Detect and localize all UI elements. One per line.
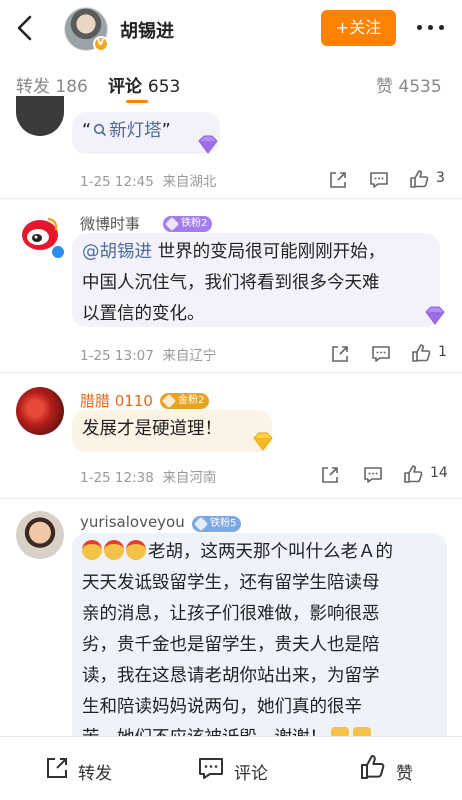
comment-text: 老胡，这两天那个叫什么老Ａ的 — [148, 542, 393, 562]
reply-icon[interactable] — [371, 344, 391, 364]
tab-bar: 转发 186 评论 653 赞 4535 — [0, 58, 462, 106]
fan-badge: 铁粉5 — [192, 516, 242, 532]
emoji-icon — [126, 540, 146, 560]
bottom-action-bar: 转发 评论 赞 — [0, 736, 462, 800]
verified-badge-icon — [50, 244, 66, 260]
emoji-icon — [104, 540, 124, 560]
tab-repost[interactable]: 转发 186 — [16, 72, 88, 97]
pray-emoji-icon — [331, 727, 349, 736]
comment-icon — [199, 758, 223, 779]
fan-badge: 金粉2 — [160, 393, 210, 409]
like-button[interactable]: 赞 — [360, 755, 430, 784]
gem-icon — [425, 306, 445, 325]
comment-text: 读，我在这恳请老胡你站出来，为留学 — [82, 666, 380, 686]
like-icon[interactable] — [409, 169, 429, 189]
comment-meta: 1-25 12:38 来自河南 — [80, 470, 217, 486]
follow-button[interactable]: +关注 — [321, 10, 396, 46]
share-icon[interactable] — [328, 170, 348, 190]
tab-comments[interactable]: 评论 653 — [108, 72, 180, 97]
like-icon[interactable] — [411, 343, 431, 363]
repost-icon — [47, 758, 67, 778]
commenter-name[interactable]: yurisaloveyou — [80, 513, 185, 531]
search-link[interactable]: 新灯塔 — [91, 121, 162, 141]
active-tab-indicator — [126, 100, 148, 103]
back-arrow-icon[interactable] — [12, 14, 38, 42]
comment-bubble: 老胡，这两天那个叫什么老Ａ的 天天发诋毁留学生，还有留学生陪读母 亲的消息，让孩… — [72, 533, 447, 736]
share-icon[interactable] — [330, 344, 350, 364]
avatar[interactable] — [16, 511, 64, 559]
reply-icon[interactable] — [363, 465, 383, 485]
comment-button[interactable]: 评论 — [198, 755, 278, 784]
like-count: 3 — [436, 170, 445, 186]
comment-text: 中国人沉住气，我们将看到很多今天难 — [82, 273, 380, 293]
top-nav-bar: 胡锡进 +关注 — [0, 0, 462, 58]
quote-open: “ — [82, 121, 92, 141]
author-name[interactable]: 胡锡进 — [120, 17, 174, 43]
like-count: 1 — [438, 344, 447, 360]
comment-text: 劣，贵千金也是留学生，贵夫人也是陪 — [82, 635, 380, 655]
fan-badge: 铁粉2 — [163, 216, 213, 232]
more-dots-icon[interactable] — [416, 17, 446, 37]
tab-likes[interactable]: 赞 4535 — [376, 72, 442, 97]
gold-gem-icon — [253, 432, 273, 451]
comment-bubble: @胡锡进 世界的变局很可能刚刚开始， 中国人沉住气，我们将看到很多今天难 以置信… — [72, 233, 440, 327]
comment-text: 亲的消息，让孩子们很难做，影响很恶 — [82, 604, 380, 624]
avatar[interactable] — [16, 96, 64, 136]
gem-icon — [198, 135, 218, 154]
commenter-name[interactable]: 腊腊 0110 — [80, 390, 153, 411]
pray-emoji-icon — [353, 727, 371, 736]
comment-text: 以置信的变化。 — [82, 304, 205, 324]
like-count: 14 — [430, 465, 448, 481]
like-icon[interactable] — [403, 464, 423, 484]
quote-close: ” — [161, 121, 171, 141]
comment-text: 苦，她们不应该被诋毁，谢谢！ — [82, 728, 327, 736]
verified-badge-icon — [93, 35, 109, 52]
comment-meta: 1-25 13:07 来自辽宁 — [80, 348, 217, 364]
commenter-name[interactable]: 微博时事 — [80, 213, 140, 234]
avatar[interactable] — [16, 387, 64, 435]
comment-meta: 1-25 12:45 来自湖北 — [80, 174, 217, 190]
comment-text: 世界的变局很可能刚刚开始， — [157, 242, 386, 262]
comment-item: 腊腊 0110 金粉2 发展才是硬道理！ 1-25 12:38 来自河南 14 — [0, 373, 462, 497]
share-icon[interactable] — [320, 465, 340, 485]
comment-item: “新灯塔” 1-25 12:45 来自湖北 3 — [0, 96, 462, 200]
comment-text: 天天发诋毁留学生，还有留学生陪读母 — [82, 573, 380, 593]
comment-item: yurisaloveyou 铁粉5 老胡，这两天那个叫什么老Ａ的 天天发诋毁留学… — [0, 499, 462, 736]
emoji-icon — [82, 540, 102, 560]
thumbs-up-icon — [361, 755, 385, 779]
comment-item: 微博时事 铁粉2 @胡锡进 世界的变局很可能刚刚开始， 中国人沉住气，我们将看到… — [0, 199, 462, 371]
mention-link[interactable]: @胡锡进 — [82, 242, 152, 262]
reply-icon[interactable] — [369, 170, 389, 190]
repost-button[interactable]: 转发 — [44, 755, 124, 784]
comment-text: 生和陪读妈妈说两句，她们真的很辛 — [82, 697, 362, 717]
search-icon — [93, 123, 107, 137]
comment-bubble: 发展才是硬道理！ — [72, 410, 272, 452]
